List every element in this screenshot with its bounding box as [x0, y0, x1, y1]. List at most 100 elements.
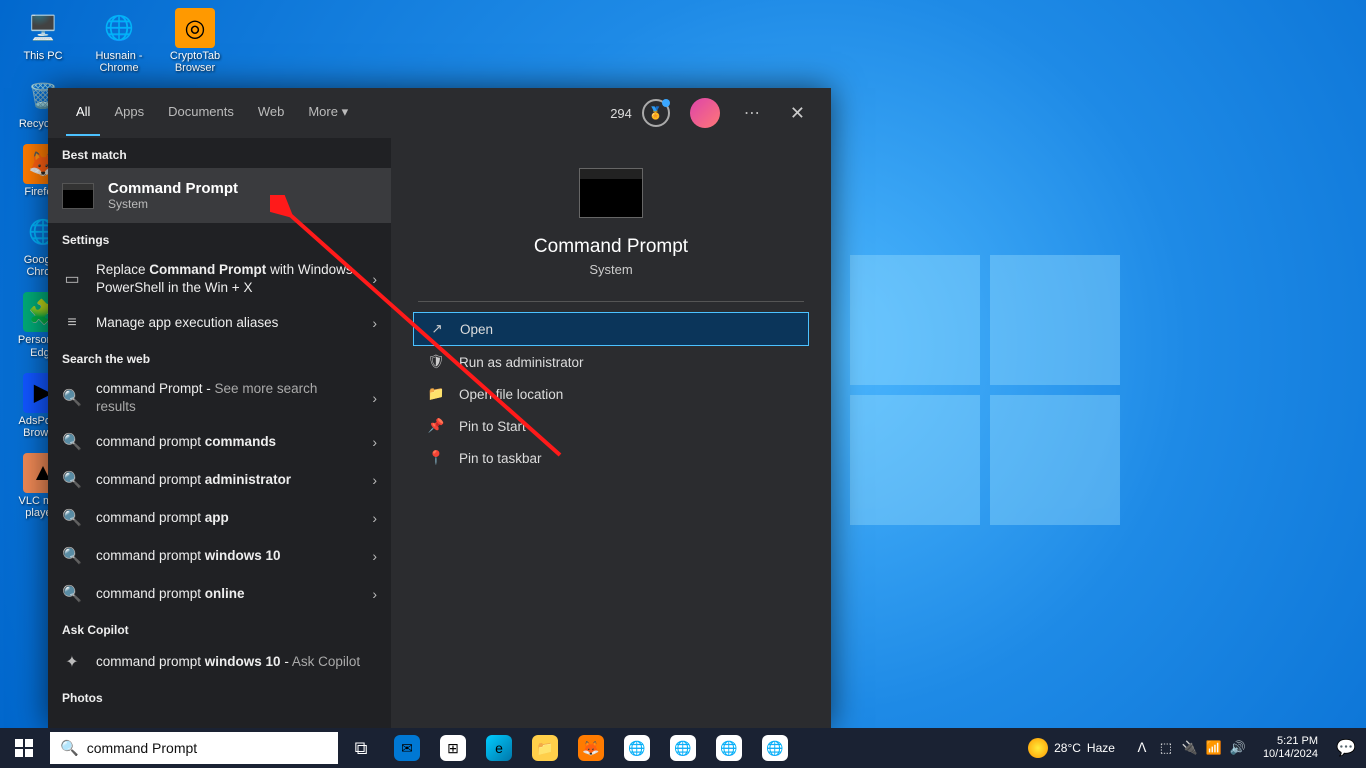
search-results-left: Best match Command Prompt System Setting…	[48, 138, 391, 728]
desktop-icon[interactable]: 🌐Husnain - Chrome	[84, 8, 154, 74]
desktop-icon[interactable]: 🖥️This PC	[8, 8, 78, 62]
action-pin-to-taskbar[interactable]: 📍 Pin to taskbar	[413, 442, 809, 474]
desktop-icon-label: This PC	[23, 50, 62, 62]
web-result[interactable]: 🔍command prompt windows 10›	[48, 537, 391, 575]
copilot-text: command prompt windows 10 - Ask Copilot	[96, 653, 377, 671]
taskbar-app[interactable]: ⊞	[430, 728, 476, 768]
taskbar-app[interactable]: 📁	[522, 728, 568, 768]
taskbar-app[interactable]: 🌐	[752, 728, 798, 768]
web-result[interactable]: 🔍command prompt online›	[48, 575, 391, 613]
weather-sun-icon	[1028, 738, 1048, 758]
more-menu-icon[interactable]: ⋯	[744, 103, 762, 123]
web-result-text: command prompt administrator	[96, 471, 358, 489]
search-icon: 🔍	[62, 508, 82, 528]
tray-icon[interactable]: 📶	[1203, 740, 1225, 756]
taskbar-app-icon: 🌐	[624, 735, 650, 761]
tray-icon[interactable]: ᐱ	[1131, 740, 1153, 756]
rewards-count: 294	[610, 106, 632, 121]
action-icon: 📍	[427, 450, 445, 466]
weather-widget[interactable]: 28°C Haze	[1018, 738, 1125, 758]
chevron-right-icon: ›	[372, 548, 377, 564]
web-result-text: command prompt online	[96, 585, 358, 603]
detail-title: Command Prompt	[534, 236, 688, 258]
detail-subtitle: System	[589, 262, 632, 277]
taskbar-app-icon: 🦊	[578, 735, 604, 761]
search-tab[interactable]: All	[66, 90, 100, 136]
section-best-match: Best match	[48, 138, 391, 168]
taskbar-app[interactable]: 🌐	[706, 728, 752, 768]
action-open[interactable]: ↗Open	[413, 312, 809, 346]
cmd-thumb-icon	[62, 183, 94, 209]
windows-logo-wallpaper	[850, 255, 1120, 525]
copilot-icon: ✦	[62, 652, 82, 672]
taskbar: 🔍 ⧉ ✉ ⊞ e📁 🦊 🌐 🌐 🌐 🌐 28°C Haze ᐱ⬚🔌📶🔊 5:21 PM 10…	[0, 728, 1366, 768]
chevron-right-icon: ›	[372, 510, 377, 526]
desktop-icon-glyph: ◎	[175, 8, 215, 48]
detail-app-icon	[579, 168, 643, 218]
section-copilot: Ask Copilot	[48, 613, 391, 643]
task-view-button[interactable]: ⧉	[338, 728, 384, 768]
chevron-right-icon: ›	[372, 315, 377, 331]
search-icon: 🔍	[62, 432, 82, 452]
action-icon: 📌	[427, 418, 445, 434]
settings-result[interactable]: ≡ Manage app execution aliases ›	[48, 304, 391, 342]
taskbar-searchbox[interactable]: 🔍	[50, 732, 338, 764]
action-icon: ↗	[428, 321, 446, 337]
clock[interactable]: 5:21 PM 10/14/2024	[1255, 735, 1326, 761]
tray-icon[interactable]: 🔌	[1179, 740, 1201, 756]
notifications-button[interactable]: 💬	[1326, 738, 1366, 758]
user-avatar[interactable]	[690, 98, 720, 128]
taskbar-app-icon: 🌐	[670, 735, 696, 761]
search-tab[interactable]: Documents	[158, 90, 244, 136]
chevron-right-icon: ›	[372, 434, 377, 450]
tray-icon[interactable]: ⬚	[1155, 740, 1177, 756]
taskbar-app-icon: ⊞	[440, 735, 466, 761]
search-icon: 🔍	[62, 584, 82, 604]
action-open-file-location[interactable]: 📁Open file location	[413, 378, 809, 410]
taskbar-app[interactable]: e	[476, 728, 522, 768]
search-tab[interactable]: Apps	[104, 90, 154, 136]
search-tabs: AllAppsDocumentsWebMore ▾	[66, 90, 358, 136]
web-result[interactable]: 🔍 command prompt administrator ›	[48, 461, 391, 499]
web-result-text: command prompt app	[96, 509, 358, 527]
desktop: 🖥️This PC🗑️Recycle...🦊Firefo...🌐Googl...…	[0, 0, 1366, 768]
settings-icon: ≡	[62, 313, 82, 333]
taskbar-app-icon: 🌐	[762, 735, 788, 761]
action-label: Pin to taskbar	[459, 451, 542, 466]
settings-text: Manage app execution aliases	[96, 314, 358, 332]
taskbar-app[interactable]: 🦊	[568, 728, 614, 768]
web-result[interactable]: 🔍 command prompt app ›	[48, 499, 391, 537]
desktop-icon[interactable]: ◎CryptoTab Browser	[160, 8, 230, 74]
action-pin-to-start[interactable]: 📌Pin to Start	[413, 410, 809, 442]
best-match-result[interactable]: Command Prompt System	[48, 168, 391, 223]
chevron-right-icon: ›	[372, 472, 377, 488]
action-run-as-administrator[interactable]: 🛡 Run as administrator	[413, 346, 809, 378]
desktop-icon-label: Husnain - Chrome	[84, 50, 154, 74]
section-web: Search the web	[48, 342, 391, 372]
start-button[interactable]	[0, 728, 48, 768]
best-match-title: Command Prompt	[108, 180, 238, 197]
desktop-icons-column-2: 🌐Husnain - Chrome	[84, 8, 154, 74]
taskbar-app[interactable]: 🌐	[614, 728, 660, 768]
taskbar-app[interactable]: 🌐	[660, 728, 706, 768]
taskbar-app[interactable]: ✉	[384, 728, 430, 768]
search-icon: 🔍	[62, 470, 82, 490]
search-input[interactable]	[87, 740, 328, 756]
web-result[interactable]: 🔍 command prompt commands ›	[48, 423, 391, 461]
settings-icon: ▭	[62, 269, 82, 289]
action-icon: 🛡	[427, 354, 445, 370]
settings-text: Replace Command Prompt with Windows Powe…	[96, 261, 358, 296]
copilot-suggestion[interactable]: ✦ command prompt windows 10 - Ask Copilo…	[48, 643, 391, 681]
web-result-text: command Prompt - See more search results	[96, 380, 358, 415]
desktop-icons-column-3: ◎CryptoTab Browser	[160, 8, 230, 74]
search-icon: 🔍	[62, 546, 82, 566]
rewards-badge-icon[interactable]: 🏅	[642, 99, 670, 127]
search-tab[interactable]: Web	[248, 90, 295, 136]
close-icon[interactable]: ✕	[782, 99, 813, 128]
action-label: Run as administrator	[459, 355, 584, 370]
web-result[interactable]: 🔍command Prompt - See more search result…	[48, 372, 391, 423]
search-tab[interactable]: More ▾	[298, 90, 358, 136]
web-result-text: command prompt commands	[96, 433, 358, 451]
settings-result[interactable]: ▭ Replace Command Prompt with Windows Pow…	[48, 253, 391, 304]
tray-icon[interactable]: 🔊	[1227, 740, 1249, 756]
